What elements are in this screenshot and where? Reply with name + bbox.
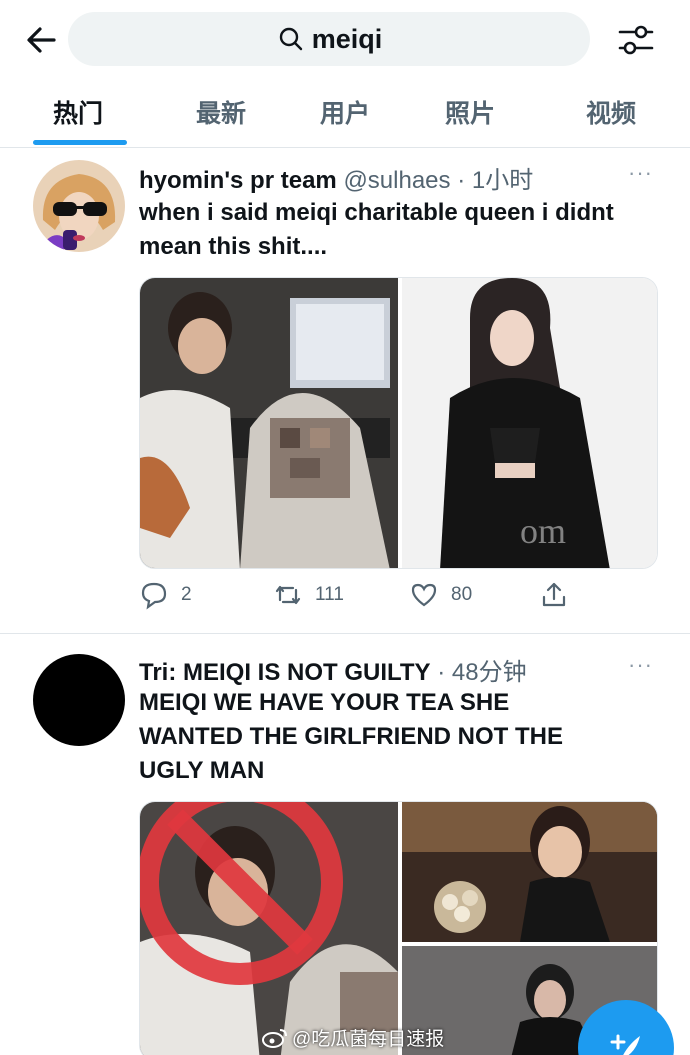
- tweet-header: Tri: MEIQI IS NOT GUILTY · 48分钟: [139, 652, 527, 687]
- like-button[interactable]: 80: [409, 580, 472, 610]
- tweet-text: MEIQI WE HAVE YOUR TEA SHE WANTED THE GI…: [139, 689, 563, 784]
- tab-top[interactable]: 热门: [53, 94, 103, 130]
- tweet-media[interactable]: [139, 801, 658, 1055]
- reply-count: 2: [181, 584, 192, 605]
- retweet-button[interactable]: 111: [273, 580, 344, 610]
- avatar[interactable]: [33, 654, 125, 746]
- reply-button[interactable]: 2: [139, 580, 192, 610]
- search-icon: [279, 27, 302, 51]
- more-options-icon[interactable]: ···: [628, 160, 653, 186]
- tab-latest[interactable]: 最新: [196, 94, 246, 130]
- more-options-icon[interactable]: ···: [628, 652, 653, 678]
- watermark: @吃瓜菌每日速报: [262, 1024, 444, 1051]
- retweet-icon: [275, 585, 301, 605]
- share-button[interactable]: [539, 580, 581, 610]
- tab-people[interactable]: 用户: [320, 94, 370, 130]
- tab-photos[interactable]: 照片: [445, 94, 495, 130]
- media-photos: [140, 802, 657, 1055]
- search-query[interactable]: meiqi: [312, 24, 383, 55]
- reply-icon: [141, 582, 167, 610]
- search-bar[interactable]: meiqi: [68, 12, 590, 66]
- active-tab-indicator: [33, 140, 127, 145]
- top-bar: meiqi: [0, 0, 690, 80]
- author-name[interactable]: Tri: MEIQI IS NOT GUILTY: [139, 659, 431, 686]
- compose-feather-icon: [610, 1034, 640, 1055]
- tab-videos[interactable]: 视频: [586, 94, 636, 130]
- tweet-text-highlight: meiqi: [275, 199, 338, 226]
- media-photos: om: [140, 278, 657, 568]
- heart-icon: [411, 583, 437, 607]
- tweet-time: · 1小时: [457, 167, 534, 194]
- tweet-text-part: when i said: [139, 199, 276, 226]
- author-handle[interactable]: @sulhaes: [343, 167, 450, 194]
- watermark-text: @吃瓜菌每日速报: [292, 1029, 445, 1050]
- search-settings-icon[interactable]: [614, 18, 658, 62]
- tweet-header: hyomin's pr team @sulhaes · 1小时: [139, 160, 533, 195]
- author-name[interactable]: hyomin's pr team: [139, 167, 337, 194]
- weibo-logo-icon: [262, 1028, 287, 1048]
- search-tabs: 热门 最新 用户 照片 视频: [0, 80, 690, 148]
- tweet[interactable]: Tri: MEIQI IS NOT GUILTY · 48分钟 ··· MEIQ…: [0, 634, 690, 1055]
- tweet-text: when i said meiqi charitable queen i did…: [139, 196, 659, 264]
- tweet-time: · 48分钟: [437, 659, 527, 686]
- tweet-media[interactable]: om: [139, 277, 658, 569]
- like-count: 80: [451, 584, 473, 605]
- retweet-count: 111: [315, 584, 344, 605]
- share-icon: [542, 582, 566, 607]
- tweet[interactable]: hyomin's pr team @sulhaes · 1小时 ··· when…: [0, 150, 690, 634]
- back-arrow-icon[interactable]: [22, 20, 62, 60]
- avatar[interactable]: [33, 160, 125, 252]
- tweet-actions: 2 111 80: [139, 580, 659, 616]
- svg-text:om: om: [520, 511, 566, 551]
